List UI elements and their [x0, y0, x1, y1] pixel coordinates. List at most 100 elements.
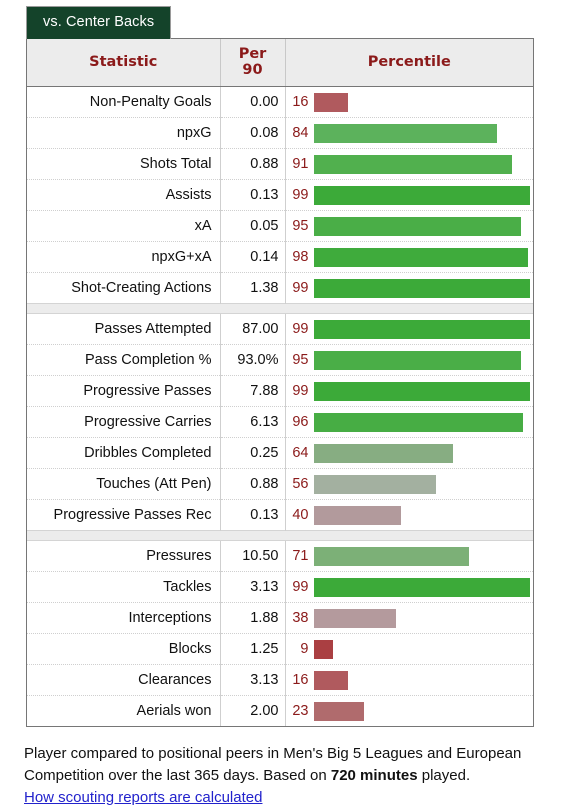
- percentile-bar-track: [314, 603, 534, 633]
- percentile-cell-content: 96: [286, 407, 534, 437]
- percentile-value: 23: [286, 703, 314, 719]
- percentile-value: 99: [286, 280, 314, 296]
- percentile-bar-track: [314, 149, 534, 179]
- cell-statistic: Aerials won: [27, 696, 220, 727]
- footer-line-2-post: played.: [418, 767, 471, 784]
- cell-percentile: 64: [285, 438, 533, 469]
- percentile-value: 38: [286, 610, 314, 626]
- percentile-value: 99: [286, 579, 314, 595]
- cell-per90: 7.88: [220, 376, 285, 407]
- percentile-bar-track: [314, 438, 534, 468]
- table-row: Progressive Carries6.1396: [27, 407, 533, 438]
- cell-statistic: Progressive Passes: [27, 376, 220, 407]
- table-row: Pass Completion %93.0%95: [27, 345, 533, 376]
- percentile-value: 99: [286, 187, 314, 203]
- table-row: Shot-Creating Actions1.3899: [27, 273, 533, 304]
- cell-per90: 6.13: [220, 407, 285, 438]
- percentile-cell-content: 16: [286, 665, 534, 695]
- how-scouting-reports-are-calculated-link[interactable]: How scouting reports are calculated: [24, 789, 262, 806]
- percentile-value: 99: [286, 321, 314, 337]
- table-row: Aerials won2.0023: [27, 696, 533, 727]
- percentile-value: 95: [286, 218, 314, 234]
- percentile-bar-track: [314, 273, 534, 303]
- percentile-bar: [314, 413, 524, 432]
- cell-per90: 87.00: [220, 314, 285, 345]
- percentile-cell-content: 38: [286, 603, 534, 633]
- percentile-bar-track: [314, 314, 534, 344]
- percentile-bar: [314, 279, 530, 298]
- cell-statistic: Blocks: [27, 634, 220, 665]
- cell-per90: 1.25: [220, 634, 285, 665]
- percentile-bar-track: [314, 118, 534, 148]
- cell-per90: 0.13: [220, 180, 285, 211]
- cell-percentile: 95: [285, 345, 533, 376]
- cell-per90: 1.88: [220, 603, 285, 634]
- cell-percentile: 9: [285, 634, 533, 665]
- cell-per90: 0.88: [220, 469, 285, 500]
- percentile-cell-content: 95: [286, 345, 534, 375]
- cell-per90: 3.13: [220, 572, 285, 603]
- footer-minutes-played: 720 minutes: [331, 767, 418, 784]
- percentile-value: 9: [286, 641, 314, 657]
- table-body: Non-Penalty Goals0.0016npxG0.0884Shots T…: [27, 87, 533, 727]
- percentile-bar-track: [314, 696, 534, 726]
- table-row: Assists0.1399: [27, 180, 533, 211]
- percentile-cell-content: 98: [286, 242, 534, 272]
- cell-per90: 1.38: [220, 273, 285, 304]
- percentile-bar-track: [314, 469, 534, 499]
- percentile-cell-content: 99: [286, 572, 534, 602]
- percentile-value: 99: [286, 383, 314, 399]
- percentile-bar: [314, 248, 528, 267]
- cell-per90: 93.0%: [220, 345, 285, 376]
- cell-statistic: Pressures: [27, 541, 220, 572]
- cell-statistic: xA: [27, 211, 220, 242]
- percentile-bar: [314, 609, 397, 628]
- cell-percentile: 98: [285, 242, 533, 273]
- percentile-value: 95: [286, 352, 314, 368]
- cell-statistic: Clearances: [27, 665, 220, 696]
- cell-percentile: 40: [285, 500, 533, 531]
- cell-statistic: Progressive Passes Rec: [27, 500, 220, 531]
- percentile-bar-track: [314, 500, 534, 530]
- percentile-bar-track: [314, 541, 534, 571]
- cell-statistic: Assists: [27, 180, 220, 211]
- percentile-bar-track: [314, 180, 534, 210]
- table-row: Pressures10.5071: [27, 541, 533, 572]
- percentile-bar-track: [314, 572, 534, 602]
- percentile-cell-content: 99: [286, 180, 534, 210]
- column-header-per90[interactable]: Per 90: [220, 39, 285, 87]
- percentile-value: 91: [286, 156, 314, 172]
- table-row: Non-Penalty Goals0.0016: [27, 87, 533, 118]
- footer-link-line: How scouting reports are calculated: [24, 787, 588, 808]
- cell-percentile: 91: [285, 149, 533, 180]
- table-row: Dribbles Completed0.2564: [27, 438, 533, 469]
- tab-vs-center-backs[interactable]: vs. Center Backs: [26, 6, 171, 39]
- percentile-value: 16: [286, 94, 314, 110]
- cell-percentile: 16: [285, 87, 533, 118]
- table-row: Passes Attempted87.0099: [27, 314, 533, 345]
- cell-statistic: Passes Attempted: [27, 314, 220, 345]
- cell-per90: 0.88: [220, 149, 285, 180]
- footer-line-2-pre: Competition over the last 365 days. Base…: [24, 767, 331, 784]
- table-row: npxG0.0884: [27, 118, 533, 149]
- cell-percentile: 38: [285, 603, 533, 634]
- percentile-bar: [314, 578, 530, 597]
- percentile-cell-content: 99: [286, 314, 534, 344]
- percentile-bar: [314, 320, 530, 339]
- percentile-cell-content: 40: [286, 500, 534, 530]
- percentile-bar-track: [314, 87, 534, 117]
- cell-percentile: 99: [285, 314, 533, 345]
- column-header-percentile[interactable]: Percentile: [285, 39, 533, 87]
- footer-line-2: Competition over the last 365 days. Base…: [24, 765, 588, 787]
- column-header-statistic[interactable]: Statistic: [27, 39, 220, 87]
- percentile-bar: [314, 382, 530, 401]
- cell-percentile: 95: [285, 211, 533, 242]
- percentile-value: 16: [286, 672, 314, 688]
- cell-statistic: Dribbles Completed: [27, 438, 220, 469]
- group-separator-cell: [27, 304, 533, 314]
- table-row: npxG+xA0.1498: [27, 242, 533, 273]
- percentile-value: 84: [286, 125, 314, 141]
- cell-per90: 0.08: [220, 118, 285, 149]
- cell-percentile: 99: [285, 180, 533, 211]
- percentile-cell-content: 95: [286, 211, 534, 241]
